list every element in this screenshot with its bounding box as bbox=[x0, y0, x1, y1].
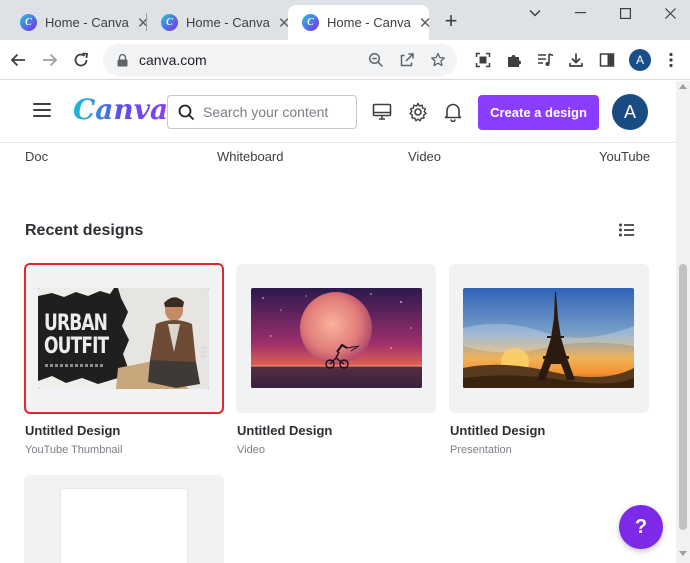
url-text[interactable]: canva.com bbox=[139, 52, 364, 68]
thumbnail-text-urban: URBAN bbox=[44, 311, 108, 336]
media-playlist-icon[interactable] bbox=[533, 48, 557, 72]
search-input[interactable] bbox=[203, 104, 353, 120]
design-title[interactable]: Untitled Design bbox=[450, 423, 545, 438]
design-title[interactable]: Untitled Design bbox=[237, 423, 332, 438]
tab-title: Home - Canva bbox=[45, 15, 129, 30]
main-content: Doc Whiteboard Video YouTube Recent desi… bbox=[0, 143, 676, 563]
design-type-video[interactable]: Video bbox=[408, 149, 441, 164]
search-box[interactable] bbox=[167, 95, 357, 129]
design-type-label: YouTube Thumbnail bbox=[25, 444, 123, 456]
design-card-document[interactable] bbox=[24, 475, 224, 563]
tab-search-chevron-icon[interactable] bbox=[522, 4, 548, 22]
canva-logo[interactable]: Canva bbox=[73, 93, 168, 126]
design-card-presentation[interactable] bbox=[449, 264, 649, 413]
hamburger-menu-icon[interactable] bbox=[33, 103, 51, 119]
design-type-label: Presentation bbox=[450, 444, 512, 456]
design-type-doc[interactable]: Doc bbox=[25, 149, 48, 164]
canva-favicon-icon: C bbox=[20, 14, 37, 31]
window-close-icon[interactable] bbox=[657, 4, 683, 22]
lock-icon[interactable] bbox=[115, 53, 129, 67]
bookmark-star-icon[interactable] bbox=[426, 48, 450, 72]
forward-arrow-icon[interactable] bbox=[38, 48, 62, 72]
canva-favicon-icon: C bbox=[161, 14, 178, 31]
create-design-button[interactable]: Create a design bbox=[478, 95, 599, 130]
tab-title: Home - Canva bbox=[186, 15, 270, 30]
recent-designs-heading: Recent designs bbox=[25, 222, 144, 239]
minimize-icon[interactable] bbox=[567, 4, 593, 22]
design-title[interactable]: Untitled Design bbox=[25, 423, 120, 438]
design-type-whiteboard[interactable]: Whiteboard bbox=[217, 149, 283, 164]
design-type-youtube[interactable]: YouTube bbox=[599, 149, 676, 164]
tab-close-icon[interactable]: ✕ bbox=[419, 14, 432, 32]
page-scrollbar[interactable] bbox=[676, 81, 690, 563]
address-bar[interactable]: canva.com bbox=[103, 44, 457, 76]
reload-icon[interactable] bbox=[69, 48, 93, 72]
browser-tab-2[interactable]: C Home - Canva ✕ bbox=[147, 5, 290, 40]
design-type-label: Video bbox=[237, 444, 265, 456]
extensions-puzzle-icon[interactable] bbox=[502, 48, 526, 72]
kebab-menu-icon[interactable] bbox=[659, 48, 683, 72]
design-card-video[interactable] bbox=[236, 264, 436, 413]
tab-strip: C Home - Canva ✕ C Home - Canva ✕ C Home… bbox=[0, 0, 690, 40]
side-panel-icon[interactable] bbox=[595, 48, 619, 72]
browser-tab-1[interactable]: C Home - Canva ✕ bbox=[6, 5, 149, 40]
back-arrow-icon[interactable] bbox=[6, 48, 30, 72]
help-button[interactable]: ? bbox=[619, 505, 663, 549]
tab-title: Home - Canva bbox=[327, 15, 411, 30]
design-thumbnail[interactable]: URBAN OUTFIT bbox=[38, 288, 209, 389]
design-thumbnail[interactable] bbox=[251, 288, 422, 388]
settings-gear-icon[interactable] bbox=[406, 100, 430, 124]
thumbnail-text-outfit: OUTFIT bbox=[44, 334, 109, 359]
screen-capture-icon[interactable] bbox=[471, 48, 495, 72]
new-tab-button[interactable]: + bbox=[439, 8, 463, 33]
browser-window: C Home - Canva ✕ C Home - Canva ✕ C Home… bbox=[0, 0, 690, 563]
scroll-down-arrow-icon[interactable] bbox=[679, 551, 687, 556]
design-card-youtube-thumbnail[interactable]: URBAN OUTFIT bbox=[24, 263, 224, 414]
scroll-up-arrow-icon[interactable] bbox=[679, 84, 687, 89]
thumbnail-caption-line bbox=[45, 364, 103, 367]
notifications-bell-icon[interactable] bbox=[441, 100, 465, 124]
scrollbar-thumb[interactable] bbox=[679, 264, 687, 530]
user-avatar[interactable]: A bbox=[612, 94, 648, 130]
canva-favicon-icon: C bbox=[302, 14, 319, 31]
desktop-app-icon[interactable] bbox=[370, 100, 394, 124]
design-thumbnail[interactable] bbox=[61, 489, 187, 563]
canva-header: Canva Create a design A bbox=[0, 81, 676, 143]
download-icon[interactable] bbox=[564, 48, 588, 72]
list-view-icon[interactable] bbox=[619, 223, 639, 241]
browser-tab-3-active[interactable]: C Home - Canva ✕ bbox=[288, 5, 432, 40]
browser-toolbar: canva.com A bbox=[0, 40, 690, 80]
browser-profile-avatar[interactable]: A bbox=[629, 49, 651, 71]
design-thumbnail[interactable] bbox=[463, 288, 634, 388]
zoom-icon[interactable] bbox=[364, 48, 388, 72]
share-icon[interactable] bbox=[395, 48, 419, 72]
maximize-icon[interactable] bbox=[612, 4, 638, 22]
search-icon bbox=[176, 102, 196, 122]
